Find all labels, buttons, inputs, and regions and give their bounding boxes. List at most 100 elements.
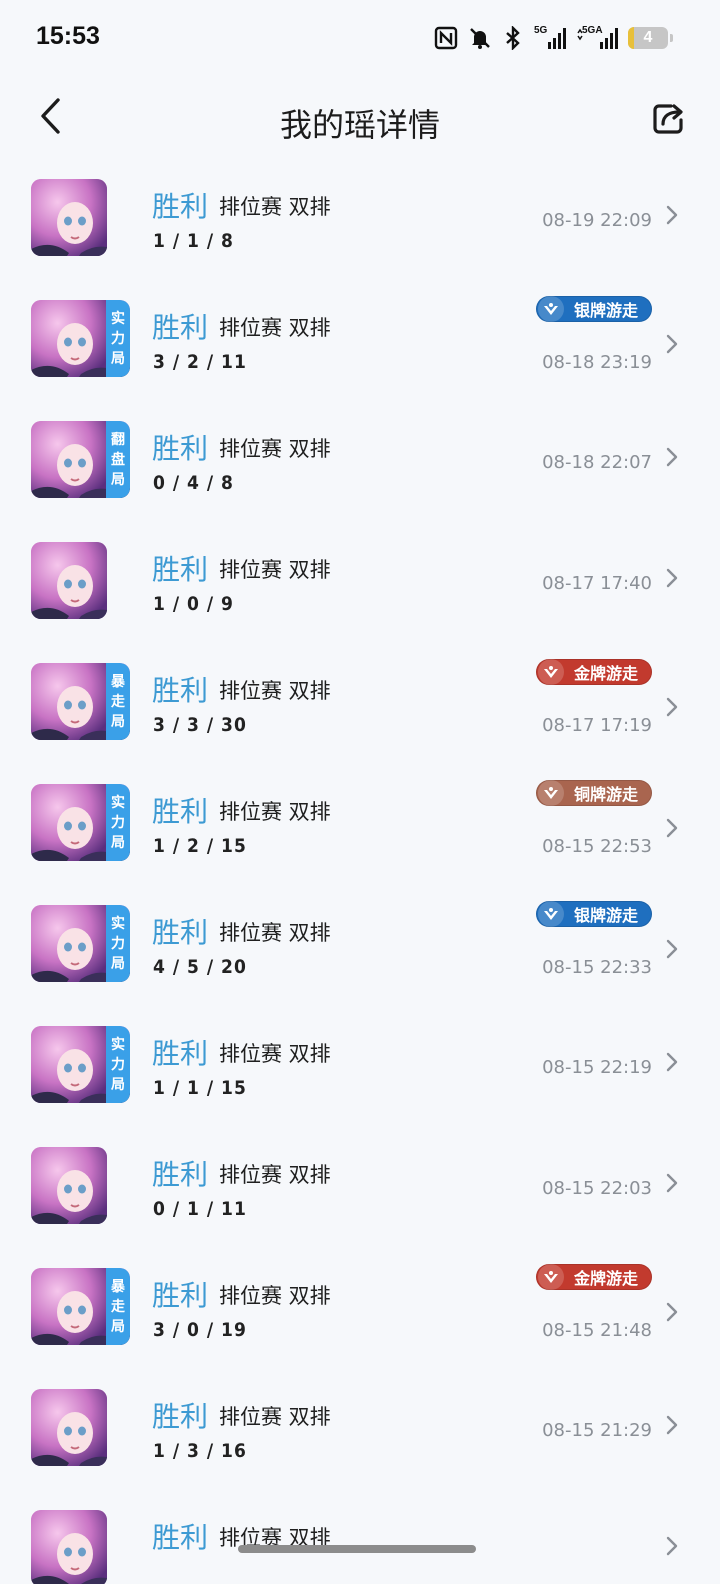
status-time: 15:53 [36,22,100,50]
badge-label: 金牌游走 [573,1269,638,1288]
performance-badge: 金牌游走 [535,1264,652,1290]
chevron-right-icon [666,1052,678,1072]
hero-avatar: 实力局 [31,905,130,982]
match-row[interactable]: 翻盘局 胜利 排位赛 双排 0 / 4 / 8 08-18 22:07 [0,407,720,528]
match-time: 08-18 23:19 [542,352,652,373]
badge-wings-icon [537,296,564,322]
chevron-right-icon [666,818,678,838]
match-tag-char: 实 [111,794,125,811]
status-bar: 15:53 5G 5GA 4 [0,0,720,80]
share-icon [653,104,683,134]
badge-label: 金牌游走 [573,664,638,683]
badge-wings-icon [537,780,564,806]
match-time: 08-17 17:19 [542,715,652,736]
match-tag: 实力局 [106,300,130,377]
match-time: 08-15 21:48 [542,1320,652,1341]
match-kda: 1 / 3 / 16 [153,1440,247,1462]
match-row[interactable]: 胜利 排位赛 双排 [0,1496,720,1584]
match-row[interactable]: 胜利 排位赛 双排 1 / 3 / 16 08-15 21:29 [0,1375,720,1496]
chevron-right-icon [666,1173,678,1193]
match-result: 胜利 [152,432,209,465]
match-row[interactable]: 实力局 胜利 排位赛 双排 1 / 1 / 15 08-15 22:19 [0,1012,720,1133]
app-screen: 15:53 5G 5GA 4 我的瑶详情 胜利 排位赛 双排 1 / 1 / 8… [0,0,720,1584]
match-kda: 3 / 0 / 19 [153,1319,247,1341]
match-row[interactable]: 胜利 排位赛 双排 1 / 0 / 9 08-17 17:40 [0,528,720,649]
match-tag-char: 实 [111,310,125,327]
match-result: 胜利 [152,916,209,949]
chevron-right-icon [666,205,678,225]
match-result: 胜利 [152,1521,209,1554]
signal-5ga-label: 5GA [582,25,603,36]
match-result: 胜利 [152,1158,209,1191]
badge-wings-icon [537,901,564,927]
match-tag-char: 实 [111,1036,125,1053]
match-tag-char: 盘 [111,451,125,468]
chevron-right-icon [666,447,678,467]
share-button[interactable] [646,96,690,140]
chevron-right-icon [666,697,678,717]
match-kda: 1 / 0 / 9 [153,593,234,615]
match-mode: 排位赛 双排 [219,679,331,703]
match-time: 08-15 22:19 [542,1057,652,1078]
badge-label: 银牌游走 [573,301,638,320]
match-kda: 1 / 1 / 8 [153,230,234,252]
match-tag-char: 走 [111,1298,125,1315]
match-tag-char: 力 [111,330,125,347]
match-mode: 排位赛 双排 [219,316,331,340]
match-tag-char: 局 [111,1076,125,1093]
hero-avatar: 实力局 [31,784,130,861]
match-row[interactable]: 胜利 排位赛 双排 0 / 1 / 11 08-15 22:03 [0,1133,720,1254]
home-indicator[interactable] [238,1545,476,1553]
match-result: 胜利 [152,1400,209,1433]
battery-level: 4 [643,29,653,46]
hero-avatar: 暴走局 [31,663,130,740]
match-time: 08-15 21:29 [542,1420,652,1441]
match-kda: 1 / 2 / 15 [153,835,247,857]
badge-wings-icon [537,659,564,685]
signal-5g-label: 5G [534,25,548,36]
match-row[interactable]: 暴走局 胜利 排位赛 双排 3 / 0 / 19 金牌游走 08-15 21:4… [0,1254,720,1375]
match-row[interactable]: 实力局 胜利 排位赛 双排 3 / 2 / 11 银牌游走 08-18 23:1… [0,286,720,407]
hero-portrait-icon [31,300,107,377]
hero-avatar: 翻盘局 [31,421,130,498]
page-title: 我的瑶详情 [279,106,440,144]
match-tag-char: 暴 [111,1278,125,1295]
match-time: 08-18 22:07 [542,452,652,473]
match-row[interactable]: 胜利 排位赛 双排 1 / 1 / 8 08-19 22:09 [0,165,720,286]
match-result: 胜利 [152,553,209,586]
match-kda: 1 / 1 / 15 [153,1077,247,1099]
match-tag: 实力局 [106,905,130,982]
match-list: 胜利 排位赛 双排 1 / 1 / 8 08-19 22:09 实 力 局 胜利… [0,165,720,1584]
badge-label: 铜牌游走 [573,785,638,804]
match-row[interactable]: 实力局 胜利 排位赛 双排 4 / 5 / 20 银牌游走 08-15 22:3… [0,891,720,1012]
match-row[interactable]: 暴走局 胜利 排位赛 双排 3 / 3 / 30 金牌游走 08-17 17:1… [0,649,720,770]
match-tag-char: 局 [111,350,125,367]
hero-portrait-icon [31,421,107,498]
match-tag-char: 局 [111,834,125,851]
nfc-icon [434,26,458,50]
hero-avatar [31,1510,107,1584]
status-icons: 5G 5GA 4 [434,25,673,50]
match-mode: 排位赛 双排 [219,1284,331,1308]
match-kda: 0 / 4 / 8 [153,472,234,494]
match-mode: 排位赛 双排 [219,921,331,945]
signal-5g-icon: 5G [534,25,566,50]
match-mode: 排位赛 双排 [219,558,331,582]
match-tag: 翻盘局 [106,421,130,498]
hero-avatar [31,542,107,619]
match-tag: 暴走局 [106,663,130,740]
match-tag-char: 局 [111,955,125,972]
hero-portrait-icon [31,1026,107,1103]
performance-badge: 铜牌游走 [535,780,652,806]
match-tag-char: 翻 [111,431,125,448]
match-kda: 0 / 1 / 11 [153,1198,247,1220]
chevron-right-icon [666,939,678,959]
signal-5ga-icon: 5GA [576,25,618,50]
match-mode: 排位赛 双排 [219,437,331,461]
hero-portrait-icon [31,1389,107,1466]
match-row[interactable]: 实力局 胜利 排位赛 双排 1 / 2 / 15 铜牌游走 08-15 22:5… [0,770,720,891]
battery-icon: 4 [628,27,673,49]
hero-portrait-icon [31,1147,107,1224]
hero-portrait-icon [31,542,107,619]
hero-avatar: 暴走局 [31,1268,130,1345]
